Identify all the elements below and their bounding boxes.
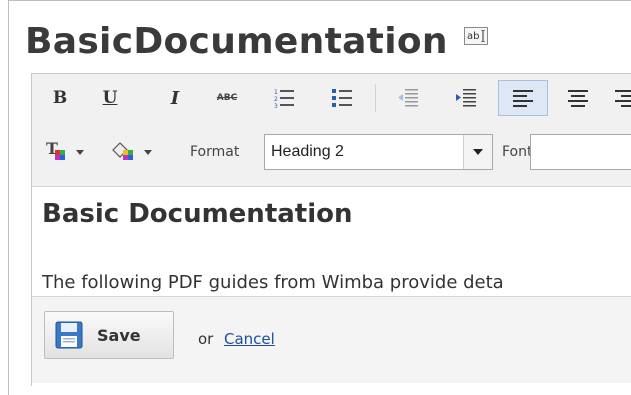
font-select[interactable] xyxy=(530,134,631,170)
svg-text:1: 1 xyxy=(274,89,278,96)
rename-icon-text: ab xyxy=(467,30,480,42)
outdent-icon xyxy=(398,89,418,107)
title-row: BasicDocumentation ab xyxy=(25,16,488,66)
strikethrough-button[interactable]: ABC xyxy=(209,80,245,116)
editor-toolbar: B U I ABC 1 2 3 T Format Heading 2 Font xyxy=(32,74,631,187)
align-right-button[interactable] xyxy=(614,80,631,116)
align-center-button[interactable] xyxy=(560,80,596,116)
italic-icon: I xyxy=(170,87,180,109)
background-color-button[interactable] xyxy=(106,134,164,170)
bold-button[interactable]: B xyxy=(42,80,78,116)
align-left-icon xyxy=(513,90,533,107)
rename-icon[interactable]: ab xyxy=(463,27,488,45)
page-frame: BasicDocumentation ab B U I ABC 1 2 3 T … xyxy=(8,0,631,395)
editor-content-area[interactable]: Basic Documentation The following PDF gu… xyxy=(32,187,631,295)
save-button-label: Save xyxy=(97,325,141,345)
toolbar-row-formatting: B U I ABC 1 2 3 xyxy=(32,80,631,118)
page-title: BasicDocumentation xyxy=(25,20,448,62)
indent-button[interactable] xyxy=(448,80,484,116)
content-paragraph: The following PDF guides from Wimba prov… xyxy=(42,272,504,293)
bold-icon: B xyxy=(52,88,68,108)
underline-button[interactable]: U xyxy=(92,80,128,116)
format-label: Format xyxy=(190,144,240,160)
bulleted-list-icon xyxy=(332,89,352,107)
indent-icon xyxy=(456,89,476,107)
text-color-button[interactable]: T xyxy=(42,134,92,170)
numbered-list-icon: 1 2 3 xyxy=(274,89,294,109)
editor-footer: Save or Cancel xyxy=(32,296,631,383)
format-select[interactable]: Heading 2 xyxy=(264,134,493,170)
save-button[interactable]: Save xyxy=(44,311,174,359)
toolbar-separator xyxy=(375,84,376,112)
italic-button[interactable]: I xyxy=(157,80,193,116)
underline-icon: U xyxy=(102,88,118,108)
align-right-icon xyxy=(615,90,631,107)
floppy-disk-icon xyxy=(55,321,83,349)
font-label: Font xyxy=(502,144,533,160)
svg-text:3: 3 xyxy=(274,103,278,109)
rich-text-editor: B U I ABC 1 2 3 T Format Heading 2 Font … xyxy=(31,73,631,386)
align-left-button[interactable] xyxy=(498,80,548,116)
svg-text:2: 2 xyxy=(274,96,278,103)
chevron-down-icon[interactable] xyxy=(463,135,492,169)
align-center-icon xyxy=(568,90,588,107)
content-heading: Basic Documentation xyxy=(42,199,353,229)
format-select-value: Heading 2 xyxy=(271,143,344,160)
numbered-list-button[interactable]: 1 2 3 xyxy=(266,80,302,116)
outdent-button[interactable] xyxy=(390,80,426,116)
cancel-link[interactable]: Cancel xyxy=(224,330,275,348)
strikethrough-icon: ABC xyxy=(216,93,238,103)
text-color-icon: T xyxy=(46,140,84,160)
background-color-icon xyxy=(112,142,152,160)
toolbar-row-styles: T Format Heading 2 Font xyxy=(32,134,631,174)
or-text: or xyxy=(198,330,214,348)
bulleted-list-button[interactable] xyxy=(324,80,360,116)
